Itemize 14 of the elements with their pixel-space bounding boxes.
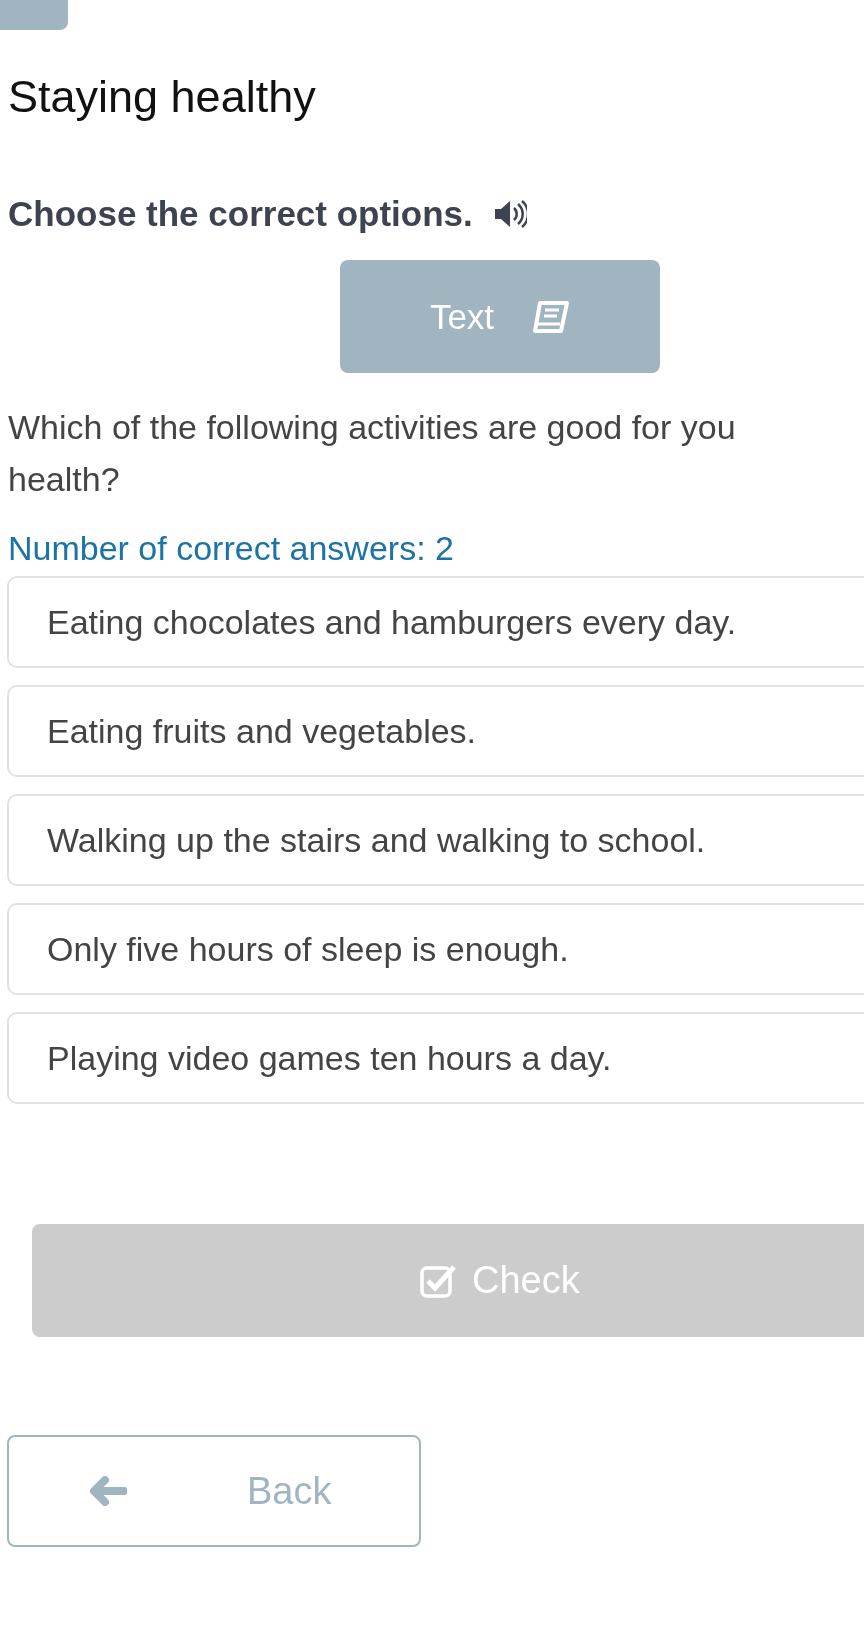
answer-option[interactable]: Eating chocolates and hamburgers every day. (7, 576, 864, 668)
checkbox-icon (420, 1263, 458, 1298)
answer-option[interactable]: Walking up the stairs and walking to school. (7, 794, 864, 886)
answer-option[interactable]: Playing video games ten hours a day. (7, 1012, 864, 1104)
answer-option[interactable]: Eating fruits and vegetables. (7, 685, 864, 777)
book-icon (532, 299, 571, 334)
page-title: Staying healthy (8, 70, 317, 124)
instruction-text: Choose the correct options. (8, 194, 473, 234)
answer-count: Number of correct answers: 2 (8, 529, 455, 568)
arrow-left-icon (89, 1476, 127, 1506)
answer-option[interactable]: Only five hours of sleep is enough. (7, 903, 864, 995)
speaker-icon[interactable] (492, 199, 527, 229)
question-text: Which of the following activities are good for you (8, 407, 737, 448)
question-text: health? (8, 459, 121, 500)
